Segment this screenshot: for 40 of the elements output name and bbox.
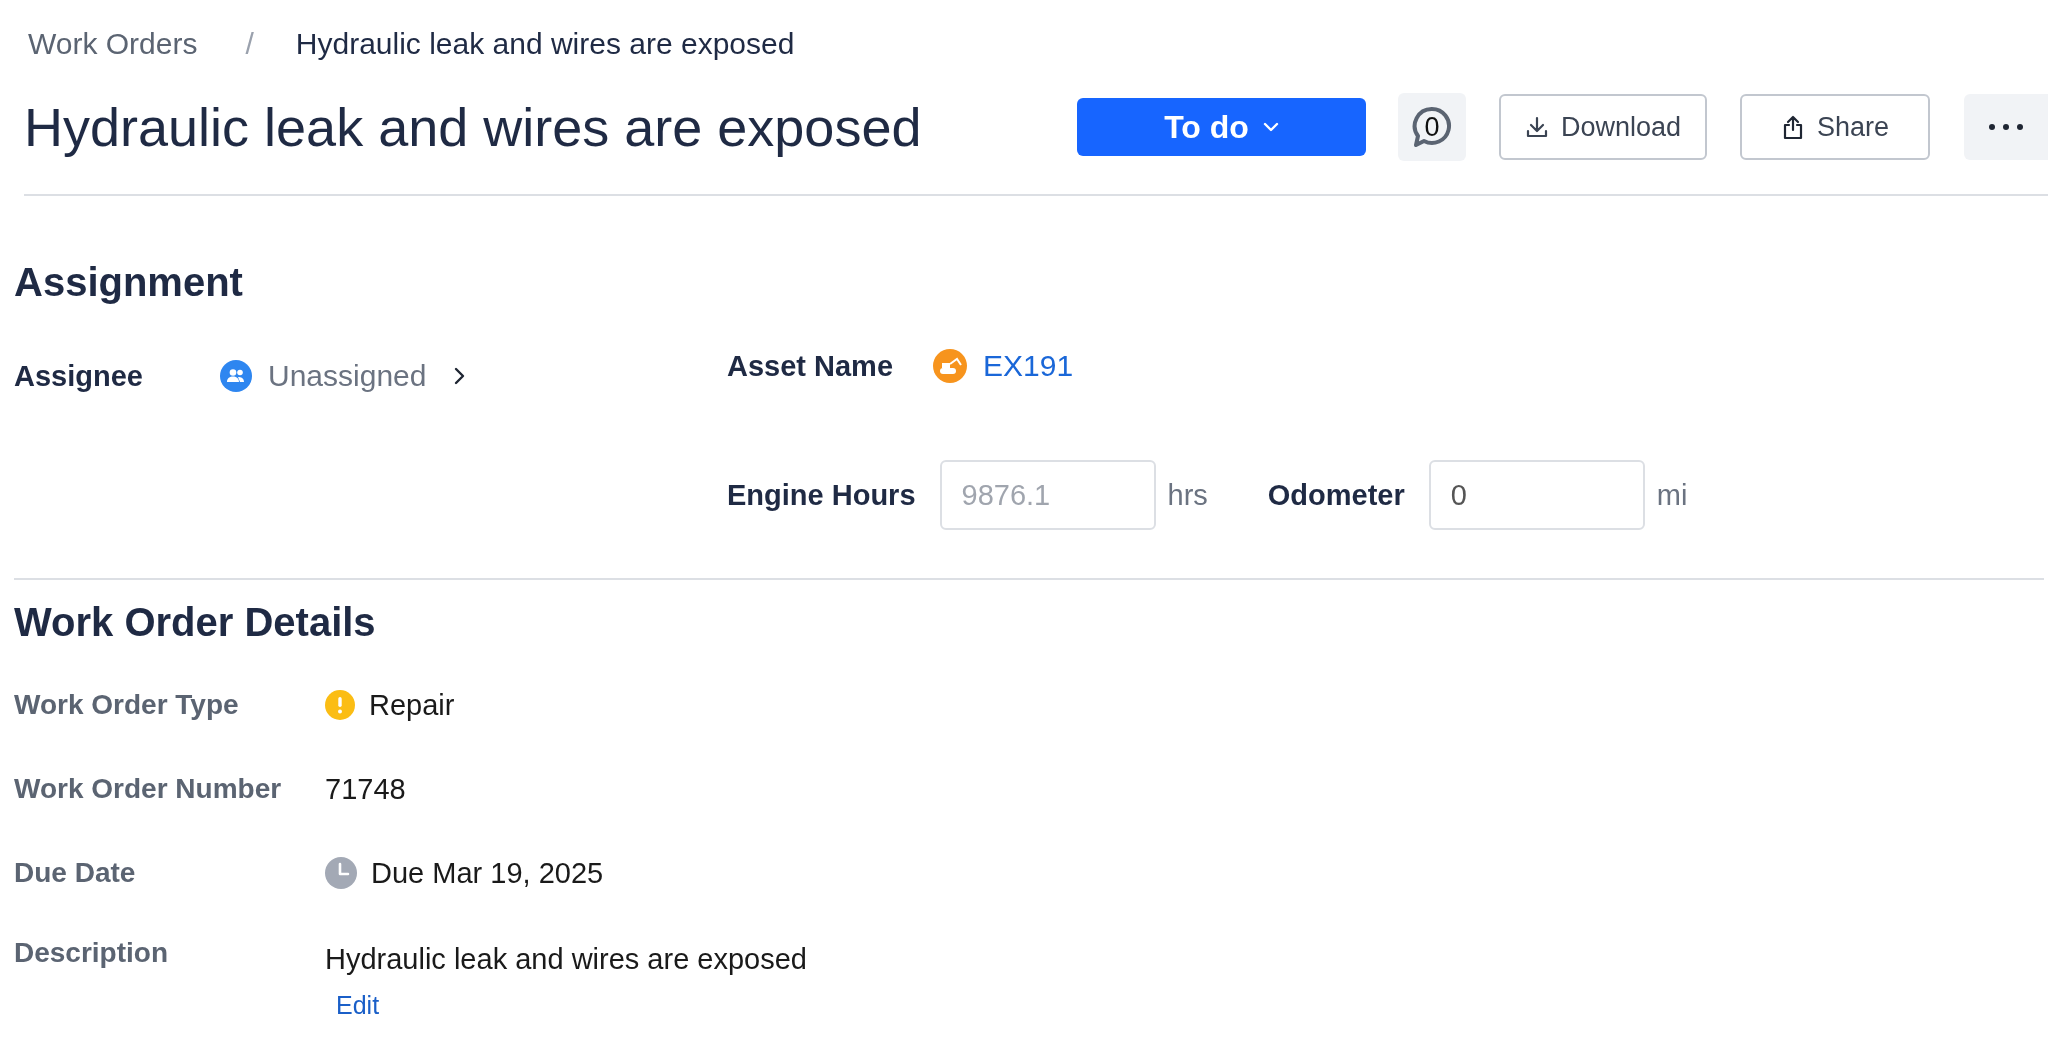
- exclamation-icon: [325, 690, 355, 720]
- section-heading: Work Order Details: [14, 600, 377, 645]
- more-icon: [1988, 123, 2024, 131]
- field-value: Due Mar 19, 2025: [371, 856, 604, 890]
- meter-input-field[interactable]: 9876.1: [939, 460, 1156, 530]
- speech-bubble-icon: [1410, 105, 1454, 149]
- more-options-button[interactable]: [1964, 94, 2048, 160]
- share-button[interactable]: Share: [1740, 94, 1930, 160]
- breadcrumb-link[interactable]: Work Orders: [28, 27, 198, 61]
- unit-label: hrs: [1167, 478, 1208, 512]
- comment-count: 0: [1424, 113, 1440, 141]
- field-value: 71748: [325, 772, 406, 806]
- chevron-right-icon: [454, 367, 467, 385]
- field-label: Due Date: [14, 856, 137, 890]
- field-label: Work Order Number: [14, 772, 283, 806]
- breadcrumb-separator: /: [245, 27, 254, 61]
- section-heading: Assignment: [14, 260, 244, 305]
- field-value: Hydraulic leak and wires are exposed: [325, 942, 807, 976]
- field-label: Asset Name: [727, 349, 895, 383]
- comment-button[interactable]: 0: [1398, 93, 1466, 161]
- field-label: Engine Hours: [727, 478, 916, 512]
- asset-link[interactable]: EX191: [983, 349, 1074, 383]
- page-title: Hydraulic leak and wires are exposed: [24, 96, 922, 158]
- field-label: Odometer: [1267, 478, 1405, 512]
- field-label: Work Order Type: [14, 688, 240, 722]
- breadcrumb-current: Hydraulic leak and wires are exposed: [295, 27, 795, 61]
- meter-input-field[interactable]: 0: [1428, 460, 1645, 530]
- status-dropdown-button[interactable]: To do: [1077, 98, 1366, 156]
- field-value: Repair: [369, 688, 455, 722]
- download-icon: [1524, 115, 1549, 139]
- field-label: Description: [14, 936, 170, 970]
- excavator-icon: [933, 349, 967, 383]
- edit-link[interactable]: Edit: [336, 991, 807, 1020]
- people-icon: [220, 360, 252, 392]
- chevron-down-icon: [1262, 122, 1279, 132]
- unit-label: mi: [1656, 478, 1688, 512]
- download-button[interactable]: Download: [1499, 94, 1707, 160]
- assignee-selector[interactable]: Unassigned: [220, 359, 467, 393]
- field-label: Assignee: [14, 359, 144, 393]
- clock-icon: [325, 857, 357, 889]
